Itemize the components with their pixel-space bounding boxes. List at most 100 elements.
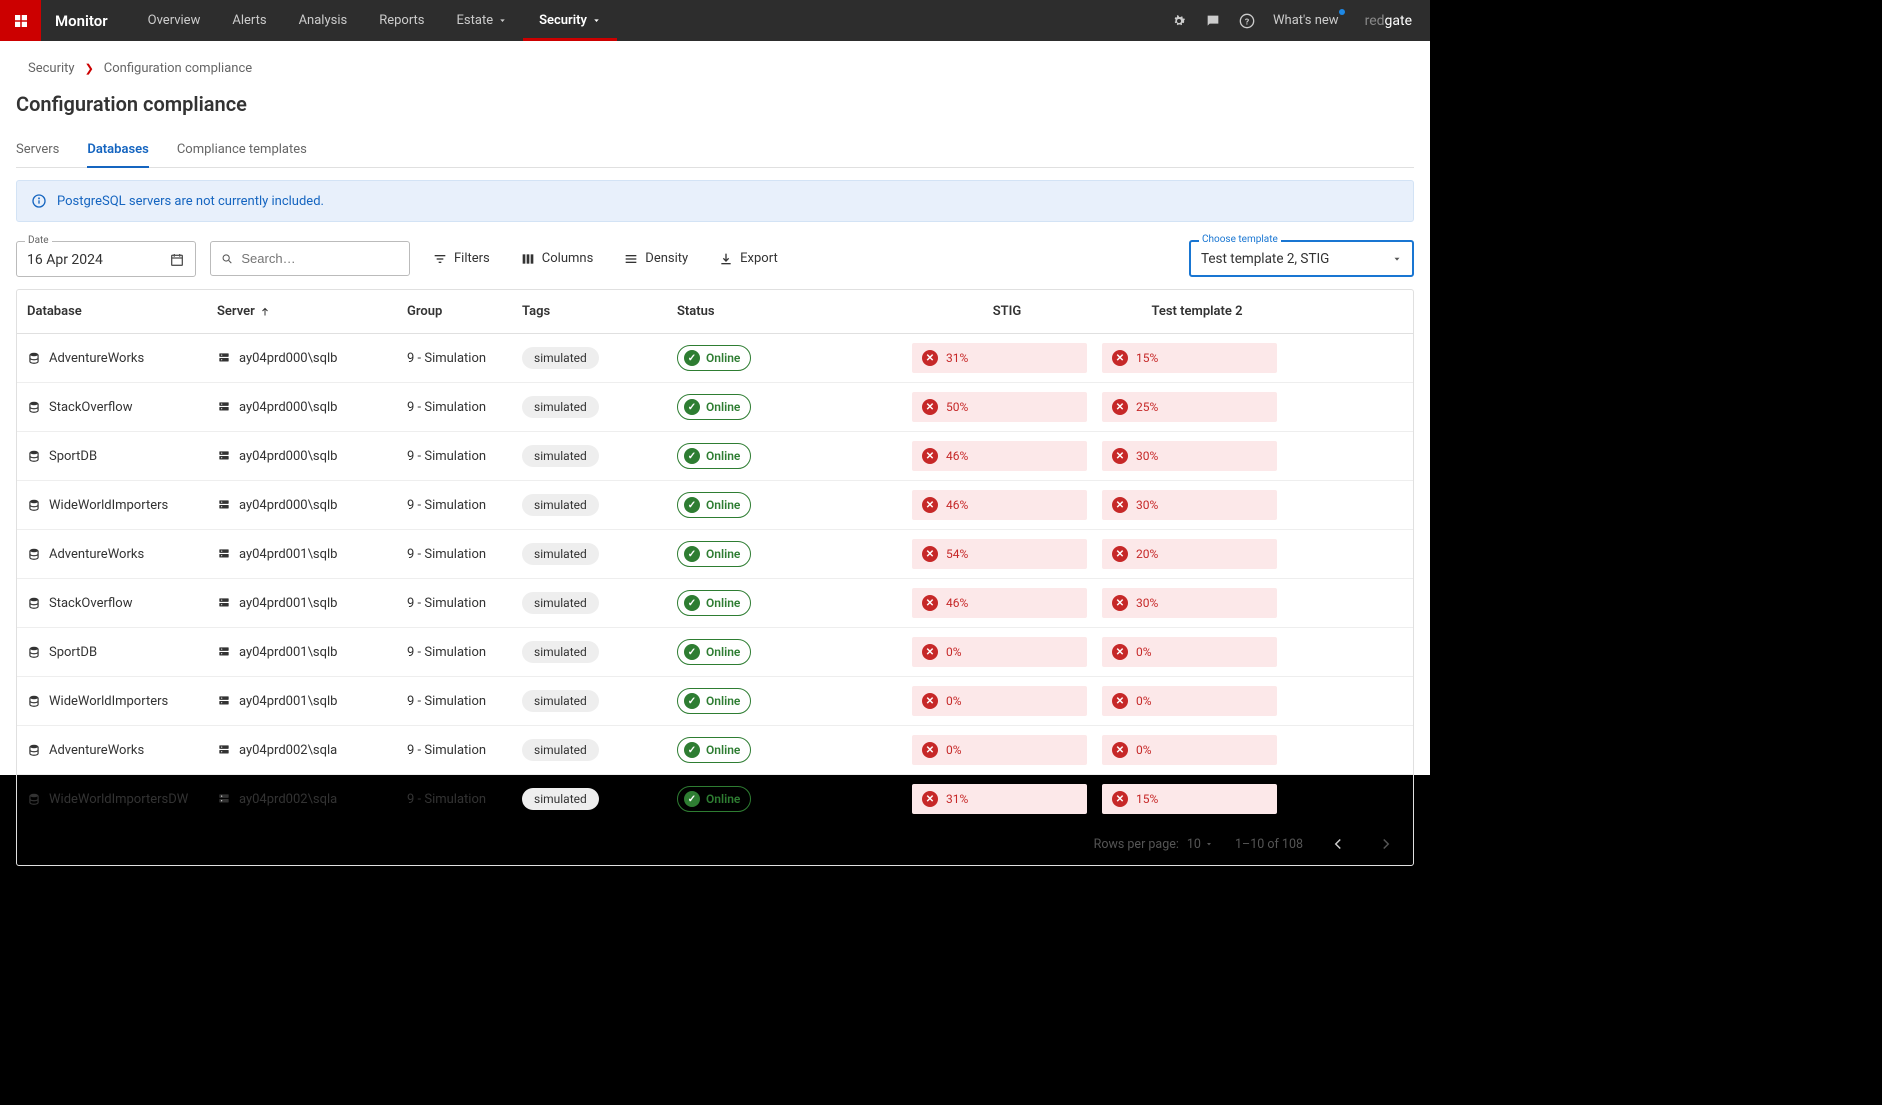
- x-icon: ✕: [922, 448, 938, 464]
- chevron-right-icon: [1377, 835, 1395, 853]
- col-status[interactable]: Status: [677, 304, 912, 319]
- stig-cell: ✕46%: [912, 441, 1102, 471]
- compliance-badge: ✕20%: [1102, 539, 1277, 569]
- table-row[interactable]: SportDBay04prd001\sqlb9 - Simulationsimu…: [17, 628, 1413, 677]
- status-badge: Online: [677, 345, 751, 371]
- nav-alerts[interactable]: Alerts: [216, 0, 282, 41]
- logo-icon[interactable]: [0, 0, 41, 41]
- tab-servers[interactable]: Servers: [16, 132, 59, 167]
- database-icon: [27, 694, 41, 708]
- columns-button[interactable]: Columns: [512, 245, 602, 273]
- status-badge: Online: [677, 590, 751, 616]
- date-input[interactable]: Date 16 Apr 2024: [16, 241, 196, 277]
- tag-chip: simulated: [522, 592, 599, 614]
- database-cell: WideWorldImportersDW: [27, 792, 217, 807]
- filter-icon: [432, 251, 448, 267]
- col-database[interactable]: Database: [27, 304, 217, 319]
- check-icon: [684, 546, 700, 562]
- tags-cell: simulated: [522, 494, 677, 516]
- status-cell: Online: [677, 443, 912, 469]
- database-cell: AdventureWorks: [27, 351, 217, 366]
- rows-per-page-select[interactable]: 10: [1187, 837, 1213, 852]
- density-button[interactable]: Density: [615, 245, 696, 273]
- nav-reports[interactable]: Reports: [363, 0, 440, 41]
- tag-chip: simulated: [522, 690, 599, 712]
- help-icon[interactable]: ?: [1239, 13, 1255, 29]
- x-icon: ✕: [922, 791, 938, 807]
- filters-button[interactable]: Filters: [424, 245, 498, 273]
- table-row[interactable]: AdventureWorksay04prd001\sqlb9 - Simulat…: [17, 530, 1413, 579]
- table-row[interactable]: StackOverfloway04prd001\sqlb9 - Simulati…: [17, 579, 1413, 628]
- tags-cell: simulated: [522, 543, 677, 565]
- download-icon: [718, 251, 734, 267]
- table-row[interactable]: StackOverfloway04prd000\sqlb9 - Simulati…: [17, 383, 1413, 432]
- table-row[interactable]: AdventureWorksay04prd000\sqlb9 - Simulat…: [17, 334, 1413, 383]
- group-cell: 9 - Simulation: [407, 694, 522, 709]
- next-page-button[interactable]: [1373, 833, 1399, 855]
- compliance-badge: ✕30%: [1102, 588, 1277, 618]
- server-icon: [217, 743, 231, 757]
- stig-cell: ✕31%: [912, 784, 1102, 814]
- export-button[interactable]: Export: [710, 245, 786, 273]
- x-icon: ✕: [1112, 693, 1128, 709]
- nav-estate[interactable]: Estate: [441, 0, 524, 41]
- check-icon: [684, 791, 700, 807]
- tag-chip: simulated: [522, 641, 599, 663]
- database-cell: AdventureWorks: [27, 743, 217, 758]
- table-header: Database Server Group Tags Status STIG T…: [17, 290, 1413, 334]
- status-cell: Online: [677, 394, 912, 420]
- nav-analysis[interactable]: Analysis: [283, 0, 364, 41]
- database-cell: AdventureWorks: [27, 547, 217, 562]
- server-cell: ay04prd000\sqlb: [217, 498, 407, 513]
- breadcrumb-root[interactable]: Security: [28, 61, 75, 76]
- whats-new[interactable]: What's new: [1273, 13, 1339, 28]
- status-cell: Online: [677, 541, 912, 567]
- nav-overview[interactable]: Overview: [132, 0, 217, 41]
- stig-cell: ✕0%: [912, 637, 1102, 667]
- x-icon: ✕: [922, 595, 938, 611]
- x-icon: ✕: [1112, 448, 1128, 464]
- col-server[interactable]: Server: [217, 304, 407, 319]
- server-cell: ay04prd002\sqla: [217, 743, 407, 758]
- tab-compliance-templates[interactable]: Compliance templates: [177, 132, 307, 167]
- tab-databases[interactable]: Databases: [87, 132, 148, 167]
- x-icon: ✕: [922, 350, 938, 366]
- table-row[interactable]: AdventureWorksay04prd002\sqla9 - Simulat…: [17, 726, 1413, 775]
- tt2-cell: ✕20%: [1102, 539, 1292, 569]
- stig-cell: ✕46%: [912, 490, 1102, 520]
- pagination-range: 1–10 of 108: [1235, 837, 1303, 852]
- compliance-badge: ✕30%: [1102, 490, 1277, 520]
- col-tags[interactable]: Tags: [522, 304, 677, 319]
- compliance-badge: ✕50%: [912, 392, 1087, 422]
- server-icon: [217, 596, 231, 610]
- col-stig[interactable]: STIG: [912, 304, 1102, 319]
- tt2-cell: ✕0%: [1102, 735, 1292, 765]
- rows-per-page-label: Rows per page:: [1094, 837, 1179, 852]
- group-cell: 9 - Simulation: [407, 547, 522, 562]
- template-select[interactable]: Choose template Test template 2, STIG: [1189, 240, 1414, 277]
- status-badge: Online: [677, 541, 751, 567]
- database-icon: [27, 596, 41, 610]
- x-icon: ✕: [922, 546, 938, 562]
- database-icon: [27, 400, 41, 414]
- nav-security[interactable]: Security: [523, 0, 617, 41]
- gear-icon[interactable]: [1171, 13, 1187, 29]
- stig-cell: ✕31%: [912, 343, 1102, 373]
- svg-text:?: ?: [1245, 17, 1249, 27]
- date-value: 16 Apr 2024: [27, 252, 103, 268]
- table-row[interactable]: WideWorldImportersay04prd001\sqlb9 - Sim…: [17, 677, 1413, 726]
- table-row[interactable]: SportDBay04prd000\sqlb9 - Simulationsimu…: [17, 432, 1413, 481]
- table-row[interactable]: WideWorldImportersay04prd000\sqlb9 - Sim…: [17, 481, 1413, 530]
- prev-page-button[interactable]: [1325, 833, 1351, 855]
- status-cell: Online: [677, 639, 912, 665]
- chat-icon[interactable]: [1205, 13, 1221, 29]
- check-icon: [684, 448, 700, 464]
- col-test-template-2[interactable]: Test template 2: [1102, 304, 1292, 319]
- x-icon: ✕: [1112, 350, 1128, 366]
- server-cell: ay04prd002\sqla: [217, 792, 407, 807]
- search-icon: [221, 252, 233, 266]
- search-input[interactable]: [210, 241, 410, 276]
- table-row[interactable]: WideWorldImportersDWay04prd002\sqla9 - S…: [17, 775, 1413, 823]
- col-group[interactable]: Group: [407, 304, 522, 319]
- database-icon: [27, 498, 41, 512]
